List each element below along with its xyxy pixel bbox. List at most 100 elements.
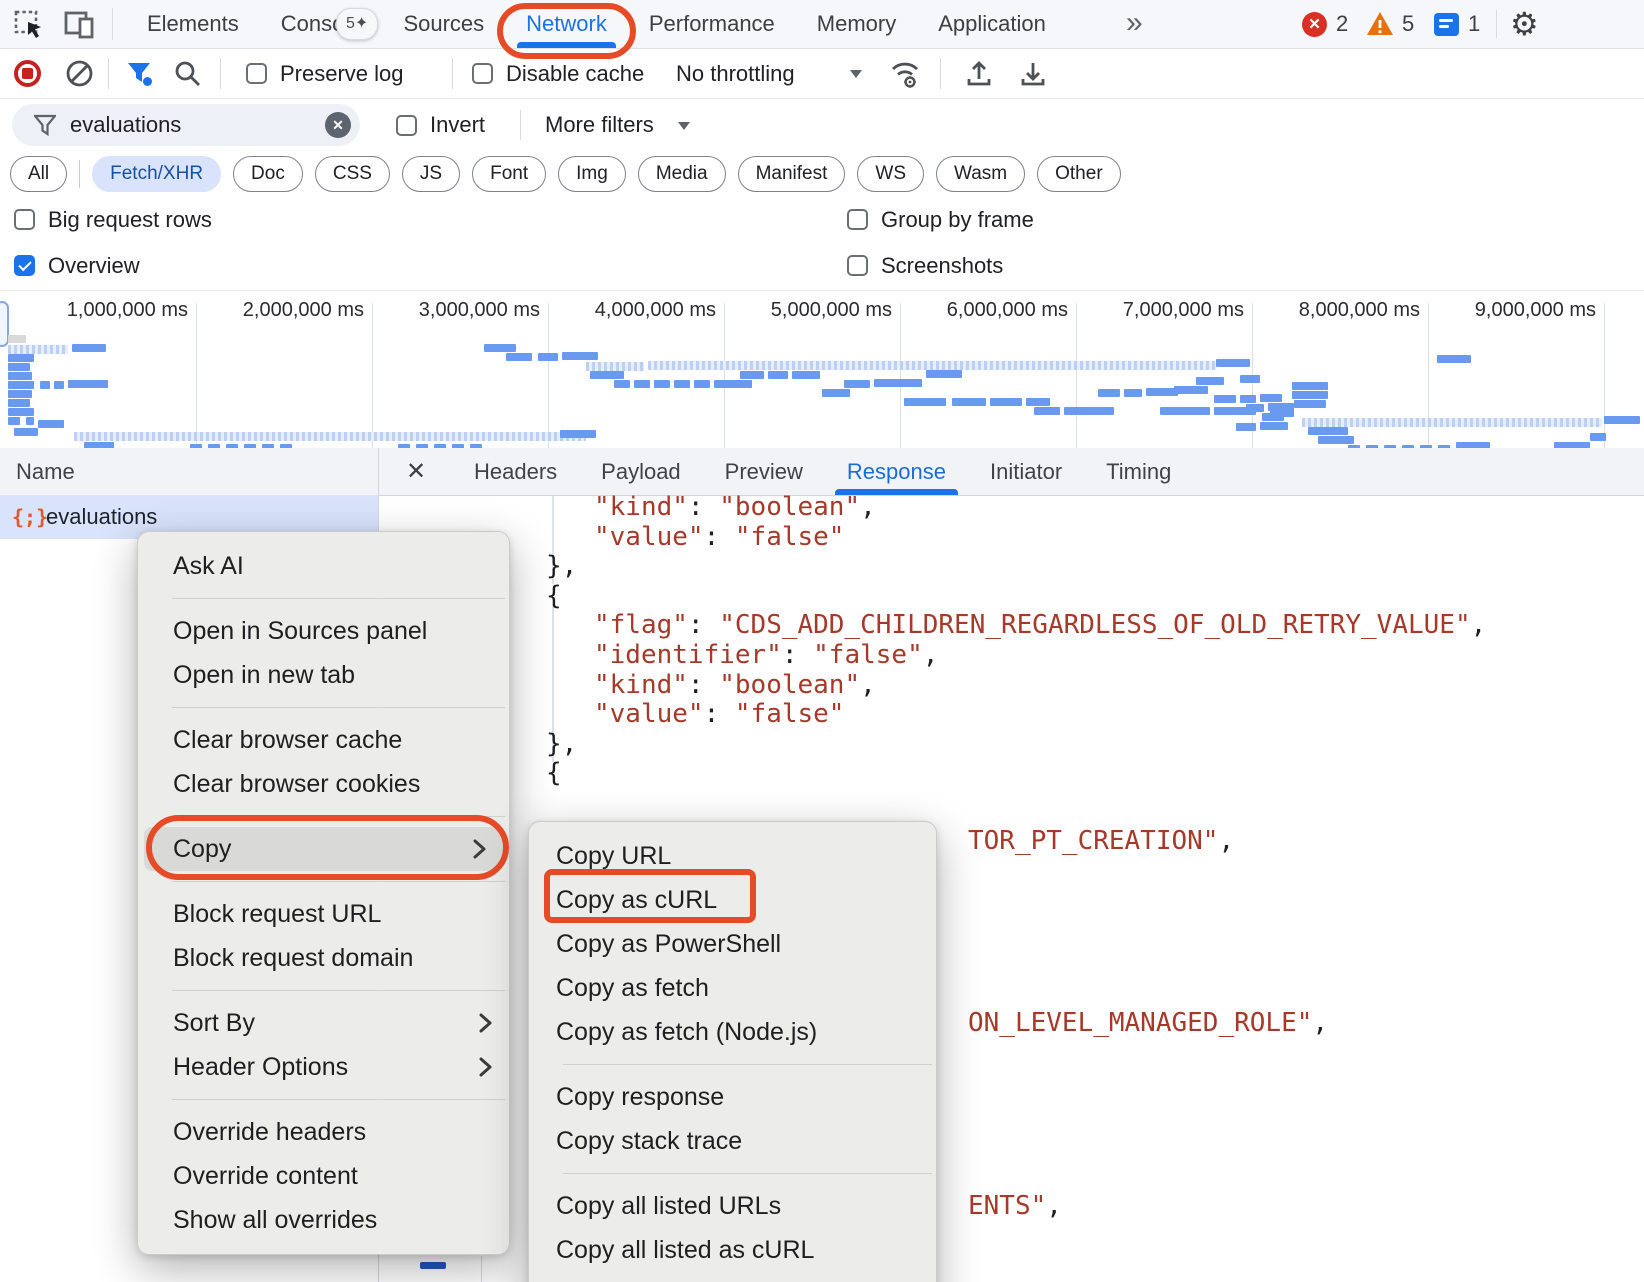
menu-item-clear-browser-cookies[interactable]: Clear browser cookies — [138, 762, 509, 806]
waterfall-bar — [1318, 436, 1354, 444]
detail-tab-initiator[interactable]: Initiator — [968, 448, 1084, 495]
invert-checkbox[interactable] — [396, 115, 417, 136]
waterfall-bar — [1604, 416, 1640, 424]
waterfall-bar — [54, 381, 64, 389]
clear-icon[interactable] — [66, 60, 93, 87]
chip-fetchxhr[interactable]: Fetch/XHR — [92, 156, 221, 192]
settings-gear-icon[interactable]: ⚙ — [1510, 0, 1539, 48]
menu-item-sort-by[interactable]: Sort By — [138, 1001, 509, 1045]
more-filters-button[interactable]: More filters — [545, 99, 654, 151]
waterfall-bar — [1174, 386, 1208, 394]
search-icon[interactable] — [174, 60, 201, 87]
message-badge-icon[interactable] — [1434, 13, 1459, 36]
chip-css[interactable]: CSS — [315, 156, 390, 192]
waterfall-bar — [8, 390, 32, 398]
chip-font[interactable]: Font — [472, 156, 546, 192]
more-filters-caret-icon[interactable] — [678, 122, 690, 130]
chip-doc[interactable]: Doc — [233, 156, 303, 192]
waterfall-bar — [1196, 377, 1224, 385]
menu-item-open-in-new-tab[interactable]: Open in new tab — [138, 653, 509, 697]
waterfall-bar — [952, 398, 986, 406]
throttling-select[interactable]: No throttling — [676, 49, 795, 98]
response-json-line: "identifier": "false", — [594, 640, 938, 670]
menu-item-copy-url[interactable]: Copy URL — [529, 834, 936, 878]
chip-media[interactable]: Media — [638, 156, 726, 192]
filter-input[interactable]: evaluations ✕ — [12, 104, 360, 146]
inspect-icon[interactable] — [14, 10, 44, 40]
pretty-print-icon[interactable] — [420, 1262, 446, 1269]
menu-item-block-request-domain[interactable]: Block request domain — [138, 936, 509, 980]
timeline-label: 4,000,000 ms — [595, 299, 716, 322]
menu-item-clear-browser-cache[interactable]: Clear browser cache — [138, 718, 509, 762]
waterfall-bar — [1026, 398, 1050, 406]
chip-img[interactable]: Img — [558, 156, 626, 192]
export-har-icon[interactable] — [1018, 59, 1048, 89]
detail-tab-preview[interactable]: Preview — [703, 448, 825, 495]
menu-separator — [172, 816, 505, 817]
throttling-caret-icon[interactable] — [850, 70, 862, 78]
menu-item-copy-all-listed-urls[interactable]: Copy all listed URLs — [529, 1184, 936, 1228]
network-overview-timeline[interactable]: 1,000,000 ms2,000,000 ms3,000,000 ms4,00… — [0, 290, 1644, 449]
device-toolbar-icon[interactable] — [64, 10, 96, 40]
chip-ws[interactable]: WS — [857, 156, 924, 192]
menu-item-override-headers[interactable]: Override headers — [138, 1110, 509, 1154]
clear-filter-icon[interactable]: ✕ — [325, 112, 351, 138]
detail-tab-response[interactable]: Response — [825, 448, 968, 495]
tab-application[interactable]: Application — [917, 0, 1067, 48]
tab-memory[interactable]: Memory — [796, 0, 917, 48]
chip-manifest[interactable]: Manifest — [738, 156, 846, 192]
menu-item-copy-all-listed-as-curl[interactable]: Copy all listed as cURL — [529, 1228, 936, 1272]
response-json-line: ENTS", — [968, 1191, 1062, 1221]
tab-performance[interactable]: Performance — [628, 0, 796, 48]
menu-item-copy-as-curl[interactable]: Copy as cURL — [529, 878, 936, 922]
detail-tab-timing[interactable]: Timing — [1084, 448, 1193, 495]
timeline-gridline — [372, 303, 373, 448]
menu-item-copy-as-fetch[interactable]: Copy as fetch — [529, 966, 936, 1010]
error-badge-icon[interactable]: ✕ — [1302, 12, 1327, 37]
timeline-label: 1,000,000 ms — [67, 299, 188, 322]
menu-item-open-in-sources-panel[interactable]: Open in Sources panel — [138, 609, 509, 653]
more-tabs-icon[interactable]: » — [1126, 0, 1143, 48]
waterfall-bar — [1124, 389, 1142, 397]
chip-wasm[interactable]: Wasm — [936, 156, 1025, 192]
overview-checkbox[interactable] — [14, 255, 35, 276]
response-json-line: { — [546, 581, 562, 611]
menu-item-copy-as-fetch-node-js-[interactable]: Copy as fetch (Node.js) — [529, 1010, 936, 1054]
warning-badge-icon[interactable] — [1366, 11, 1394, 37]
invert-label: Invert — [430, 99, 485, 151]
record-icon[interactable] — [14, 60, 41, 87]
timeline-gridline — [1076, 303, 1077, 448]
chip-all[interactable]: All — [10, 156, 67, 192]
tab-sources[interactable]: Sources — [382, 0, 505, 48]
name-column-header[interactable]: Name — [16, 448, 75, 495]
request-hover-badge[interactable]: 5✦ — [336, 8, 378, 40]
detail-tab-payload[interactable]: Payload — [579, 448, 703, 495]
tab-elements[interactable]: Elements — [126, 0, 260, 48]
import-har-icon[interactable] — [964, 59, 994, 89]
menu-item-copy-stack-trace[interactable]: Copy stack trace — [529, 1119, 936, 1163]
group-by-frame-checkbox[interactable] — [847, 209, 868, 230]
waterfall-bar — [8, 417, 20, 425]
chip-js[interactable]: JS — [402, 156, 460, 192]
disable-cache-checkbox[interactable] — [472, 63, 493, 84]
menu-item-copy-response[interactable]: Copy response — [529, 1075, 936, 1119]
preserve-log-checkbox[interactable] — [246, 63, 267, 84]
tab-network[interactable]: Network — [505, 0, 628, 48]
menu-item-copy[interactable]: Copy — [144, 827, 503, 871]
close-detail-icon[interactable]: ✕ — [406, 448, 426, 495]
menu-item-ask-ai[interactable]: Ask AI — [138, 544, 509, 588]
menu-item-block-request-url[interactable]: Block request URL — [138, 892, 509, 936]
menu-item-header-options[interactable]: Header Options — [138, 1045, 509, 1089]
filter-icon[interactable] — [126, 60, 154, 88]
menu-item-show-all-overrides[interactable]: Show all overrides — [138, 1198, 509, 1242]
menu-item-override-content[interactable]: Override content — [138, 1154, 509, 1198]
detail-tab-headers[interactable]: Headers — [452, 448, 579, 495]
chip-other[interactable]: Other — [1037, 156, 1121, 192]
big-request-rows-checkbox[interactable] — [14, 209, 35, 230]
menu-item-copy-all-listed-as-powershell[interactable]: Copy all listed as PowerShell — [529, 1272, 936, 1282]
toolbar-divider — [1496, 10, 1497, 38]
screenshots-checkbox[interactable] — [847, 255, 868, 276]
network-conditions-icon[interactable] — [890, 59, 922, 89]
menu-item-copy-as-powershell[interactable]: Copy as PowerShell — [529, 922, 936, 966]
waterfall-bar — [740, 371, 764, 379]
